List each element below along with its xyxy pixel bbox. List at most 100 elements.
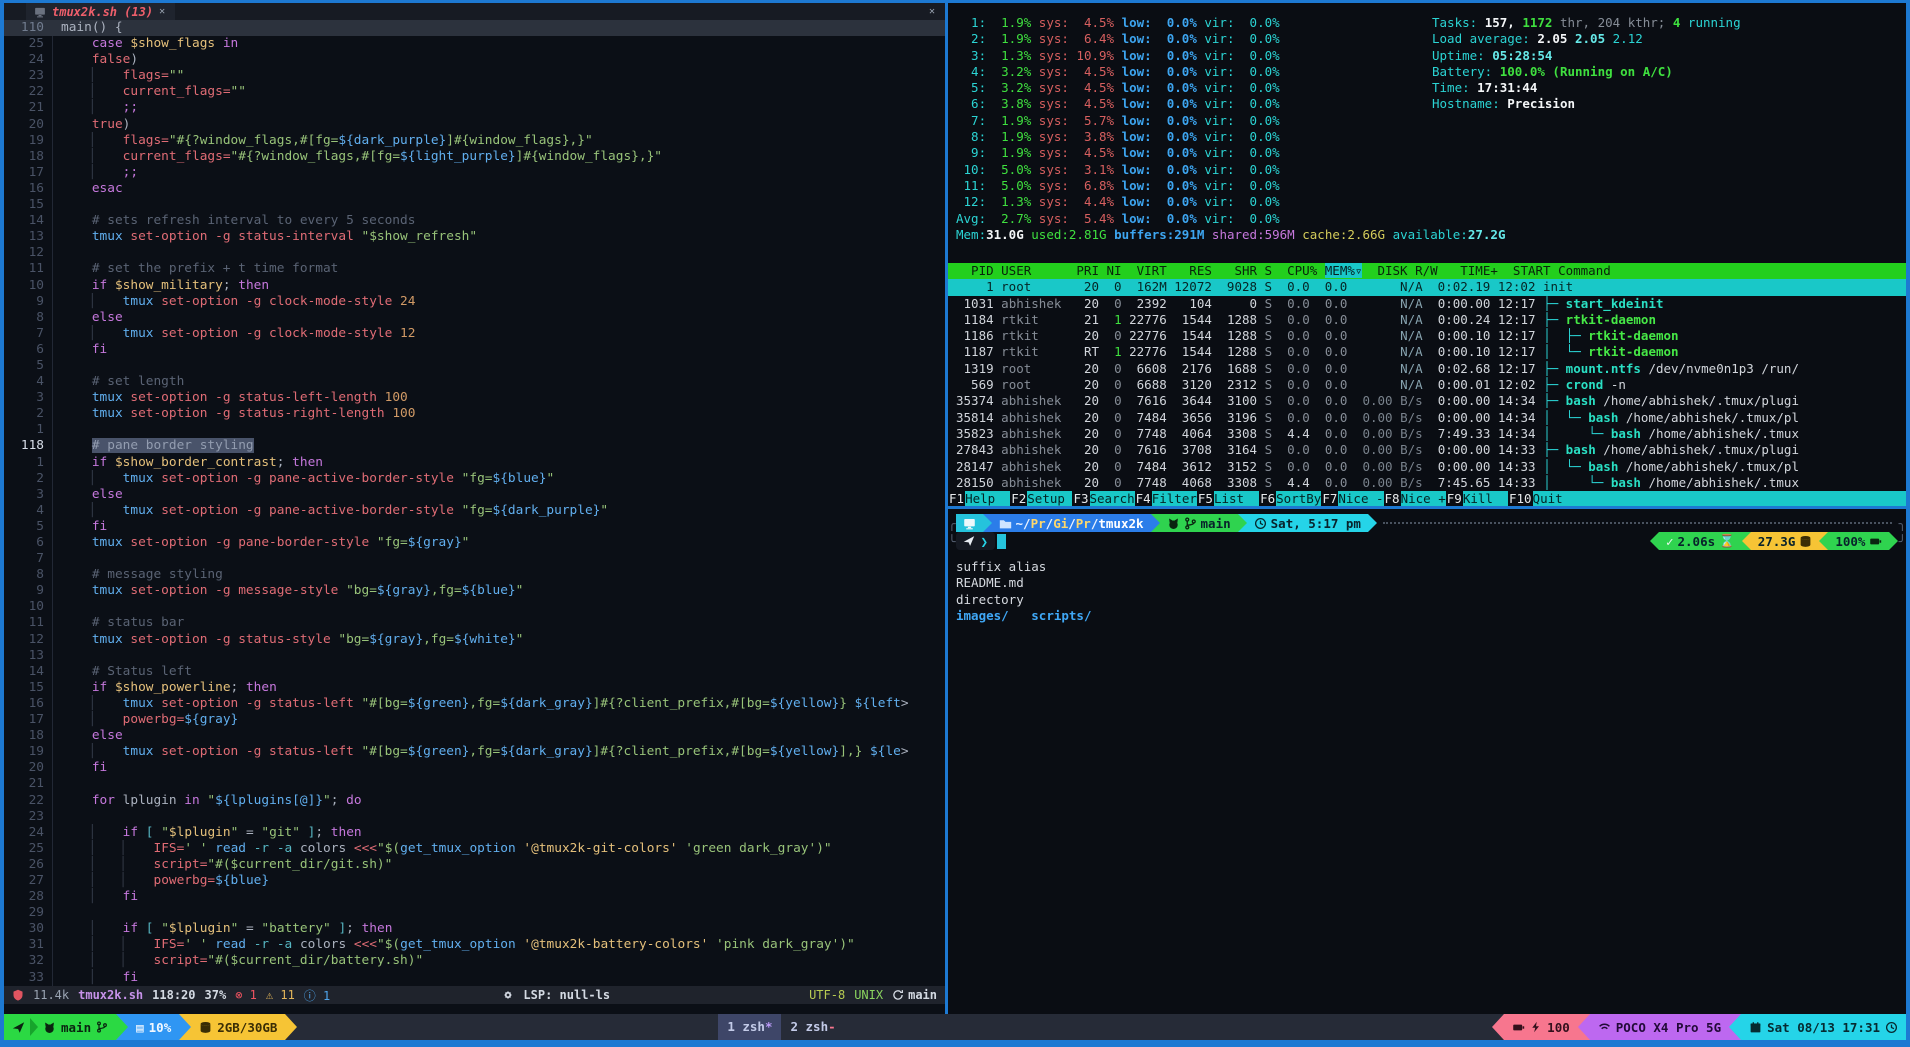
prompt-datetime: Sat, 5:17 pm bbox=[1271, 516, 1361, 531]
fkey-f5[interactable]: F5 bbox=[1197, 491, 1214, 507]
process-row[interactable]: 1186 rtkit 20 0 22776 1544 1288 S 0.0 0.… bbox=[948, 328, 1906, 344]
process-row[interactable]: 35823 abhishek 20 0 7748 4064 3308 S 4.4… bbox=[948, 426, 1906, 442]
calendar-icon bbox=[1749, 1021, 1762, 1034]
fkey-f7[interactable]: F7 bbox=[1321, 491, 1338, 507]
htop-pane[interactable]: 1: 1.9% sys: 4.5% low: 0.0% vir: 0.0% 2:… bbox=[948, 3, 1906, 506]
code-line: 9 ▏ tmux set-option -g clock-mode-style … bbox=[4, 294, 945, 310]
process-row[interactable]: 1031 abhishek 20 0 2392 104 0 S 0.0 0.0 … bbox=[948, 296, 1906, 312]
output-line: README.md bbox=[956, 575, 1906, 591]
process-table-header[interactable]: PID USER PRI NI VIRT RES SHR S CPU% MEM%… bbox=[948, 263, 1906, 279]
prompt-line-2[interactable]: ╰ ❯ ✓ 2.06s ⌛ 27.3G 100% ╯ bbox=[948, 532, 1906, 550]
code-line: 20 true) bbox=[4, 117, 945, 133]
cpu-meter-row: 6: 3.8% sys: 4.5% low: 0.0% vir: 0.0% bbox=[956, 96, 1505, 112]
fkey-action[interactable]: Nice - bbox=[1338, 491, 1383, 507]
window-list[interactable]: 1 zsh*2 zsh- bbox=[718, 1014, 844, 1040]
fkey-f9[interactable]: F9 bbox=[1446, 491, 1463, 507]
session-segment[interactable]: main bbox=[4, 1014, 116, 1040]
code-line: 30 ▏ if [ "$lplugin" = "battery" ]; then bbox=[4, 921, 945, 937]
battery-segment: 100% bbox=[1828, 532, 1889, 550]
fkey-f3[interactable]: F3 bbox=[1072, 491, 1089, 507]
file-encoding: UTF-8 bbox=[809, 988, 845, 1002]
git-segment: main bbox=[1160, 514, 1238, 532]
tab-tmux2k-sh[interactable]: tmux2k.sh (13) ✕ bbox=[26, 3, 175, 20]
rocket-icon bbox=[12, 1021, 25, 1034]
fkey-action[interactable]: Search bbox=[1090, 491, 1135, 507]
block-cursor[interactable] bbox=[997, 534, 1006, 549]
tmux-window-2-zsh[interactable]: 2 zsh- bbox=[781, 1014, 844, 1040]
branch-icon bbox=[96, 1021, 108, 1033]
fkey-action[interactable]: Nice + bbox=[1401, 491, 1446, 507]
tab-close-icon[interactable]: ✕ bbox=[159, 6, 165, 17]
process-row[interactable]: 27843 abhishek 20 0 7616 3708 3164 S 0.0… bbox=[948, 442, 1906, 458]
process-row[interactable]: 28150 abhishek 20 0 7748 4068 3308 S 4.4… bbox=[948, 475, 1906, 491]
system-info: Tasks: 157, 1172 thr, 204 kthr; 4 runnin… bbox=[1432, 15, 1741, 113]
output-line: directory bbox=[956, 592, 1906, 608]
fkey-action[interactable]: Quit bbox=[1533, 491, 1563, 507]
code-line: 25 case $show_flags in bbox=[4, 36, 945, 52]
output-line: images/ scripts/ bbox=[956, 608, 1906, 624]
fkey-action[interactable]: List bbox=[1214, 491, 1259, 507]
tmux-status-bar[interactable]: main ▤ 10% 2GB/30GB 1 zsh*2 zsh- 100 POC… bbox=[4, 1014, 1906, 1040]
network-segment: POCO X4 Pro 5G bbox=[1590, 1014, 1729, 1040]
info-row: Tasks: 157, 1172 thr, 204 kthr; 4 runnin… bbox=[1432, 15, 1741, 31]
date-time: Sat 08/13 17:31 bbox=[1767, 1020, 1880, 1035]
fkey-action[interactable]: Kill bbox=[1463, 491, 1508, 507]
function-key-bar[interactable]: F1Help F2Setup F3SearchF4FilterF5List F6… bbox=[948, 491, 1906, 507]
fkey-action[interactable]: Filter bbox=[1152, 491, 1197, 507]
pane-border-horizontal[interactable] bbox=[948, 506, 1906, 509]
editor-pane[interactable]: tmux2k.sh (13) ✕ ✕ 110main() {25 case $s… bbox=[4, 3, 945, 1014]
code-line: 8 else bbox=[4, 310, 945, 326]
code-line: 19 ▏ flags="#{?window_flags,#[fg=${dark_… bbox=[4, 133, 945, 149]
process-row[interactable]: 1187 rtkit RT 1 22776 1544 1288 S 0.0 0.… bbox=[948, 344, 1906, 360]
process-row[interactable]: 35814 abhishek 20 0 7484 3656 3196 S 0.0… bbox=[948, 410, 1906, 426]
code-line: 11 # set the prefix + t time format bbox=[4, 261, 945, 277]
disk-icon bbox=[1799, 535, 1812, 548]
cpu-meter-row: 2: 1.9% sys: 6.4% low: 0.0% vir: 0.0% bbox=[956, 31, 1505, 47]
code-line: 22 for lplugin in "${lplugins[@]}"; do bbox=[4, 793, 945, 809]
process-row-selected[interactable]: 1 root 20 0 162M 12072 9028 S 0.0 0.0 N/… bbox=[948, 279, 1906, 295]
fkey-action[interactable]: SortBy bbox=[1276, 491, 1321, 507]
code-line: 18 ▏ current_flags="#{?window_flags,#[fg… bbox=[4, 149, 945, 165]
fkey-f8[interactable]: F8 bbox=[1384, 491, 1401, 507]
tabbar-close-icon[interactable]: ✕ bbox=[929, 6, 935, 17]
file-format: UNIX bbox=[854, 988, 883, 1002]
process-row[interactable]: 1184 rtkit 21 1 22776 1544 1288 S 0.0 0.… bbox=[948, 312, 1906, 328]
git-branch: main bbox=[892, 988, 937, 1002]
fkey-action[interactable]: Setup bbox=[1027, 491, 1072, 507]
process-row[interactable]: 1319 root 20 0 6608 2176 1688 S 0.0 0.0 … bbox=[948, 361, 1906, 377]
editor-tabline: tmux2k.sh (13) ✕ ✕ bbox=[4, 3, 945, 20]
paper-plane-icon bbox=[963, 535, 975, 547]
code-line: 23 bbox=[4, 809, 945, 825]
code-line: 3 else bbox=[4, 487, 945, 503]
tab-title: tmux2k.sh (13) bbox=[52, 5, 153, 19]
fkey-f2[interactable]: F2 bbox=[1010, 491, 1027, 507]
tmux-window-1-zsh[interactable]: 1 zsh* bbox=[718, 1014, 781, 1040]
code-line: 2 tmux set-option -g status-right-length… bbox=[4, 406, 945, 422]
prompt-filler bbox=[1383, 522, 1893, 524]
code-line: 19 ▏ tmux set-option -g status-left "#[b… bbox=[4, 744, 945, 760]
code-line: 15 bbox=[4, 197, 945, 213]
fkey-f6[interactable]: F6 bbox=[1259, 491, 1276, 507]
fkey-action[interactable]: Help bbox=[965, 491, 1010, 507]
process-row[interactable]: 35374 abhishek 20 0 7616 3644 3100 S 0.0… bbox=[948, 393, 1906, 409]
battery-level: 100 bbox=[1547, 1020, 1570, 1035]
bolt-icon bbox=[1530, 1021, 1542, 1033]
process-table[interactable]: PID USER PRI NI VIRT RES SHR S CPU% MEM%… bbox=[948, 263, 1906, 491]
cpu-meter-row: 10: 5.0% sys: 3.1% low: 0.0% vir: 0.0% bbox=[956, 162, 1505, 178]
process-row[interactable]: 28147 abhishek 20 0 7484 3612 3152 S 0.0… bbox=[948, 459, 1906, 475]
date-segment: Sat 08/13 17:31 bbox=[1741, 1014, 1906, 1040]
code-line: 5 bbox=[4, 358, 945, 374]
code-line: 7 ▏ tmux set-option -g clock-mode-style … bbox=[4, 326, 945, 342]
hourglass-icon: ⌛ bbox=[1719, 533, 1735, 549]
fkey-bar-fill bbox=[1563, 491, 1906, 507]
command-duration: 2.06s bbox=[1678, 534, 1716, 549]
process-row[interactable]: 569 root 20 0 6688 3120 2312 S 0.0 0.0 N… bbox=[948, 377, 1906, 393]
code-area[interactable]: 110main() {25 case $show_flags in24 fals… bbox=[4, 20, 945, 986]
statusline-filename: tmux2k.sh bbox=[78, 988, 143, 1002]
fkey-f4[interactable]: F4 bbox=[1135, 491, 1152, 507]
fkey-f10[interactable]: F10 bbox=[1508, 491, 1533, 507]
terminal-pane[interactable]: ╭ ~/Pr/Gi/Pr/tmux2k main Sat, 5:17 pm ╮ … bbox=[948, 509, 1906, 1014]
path-segment: ~/Pr/Gi/Pr/tmux2k bbox=[992, 514, 1151, 532]
code-line: 2 ▏ tmux set-option -g pane-active-borde… bbox=[4, 471, 945, 487]
fkey-f1[interactable]: F1 bbox=[948, 491, 965, 507]
